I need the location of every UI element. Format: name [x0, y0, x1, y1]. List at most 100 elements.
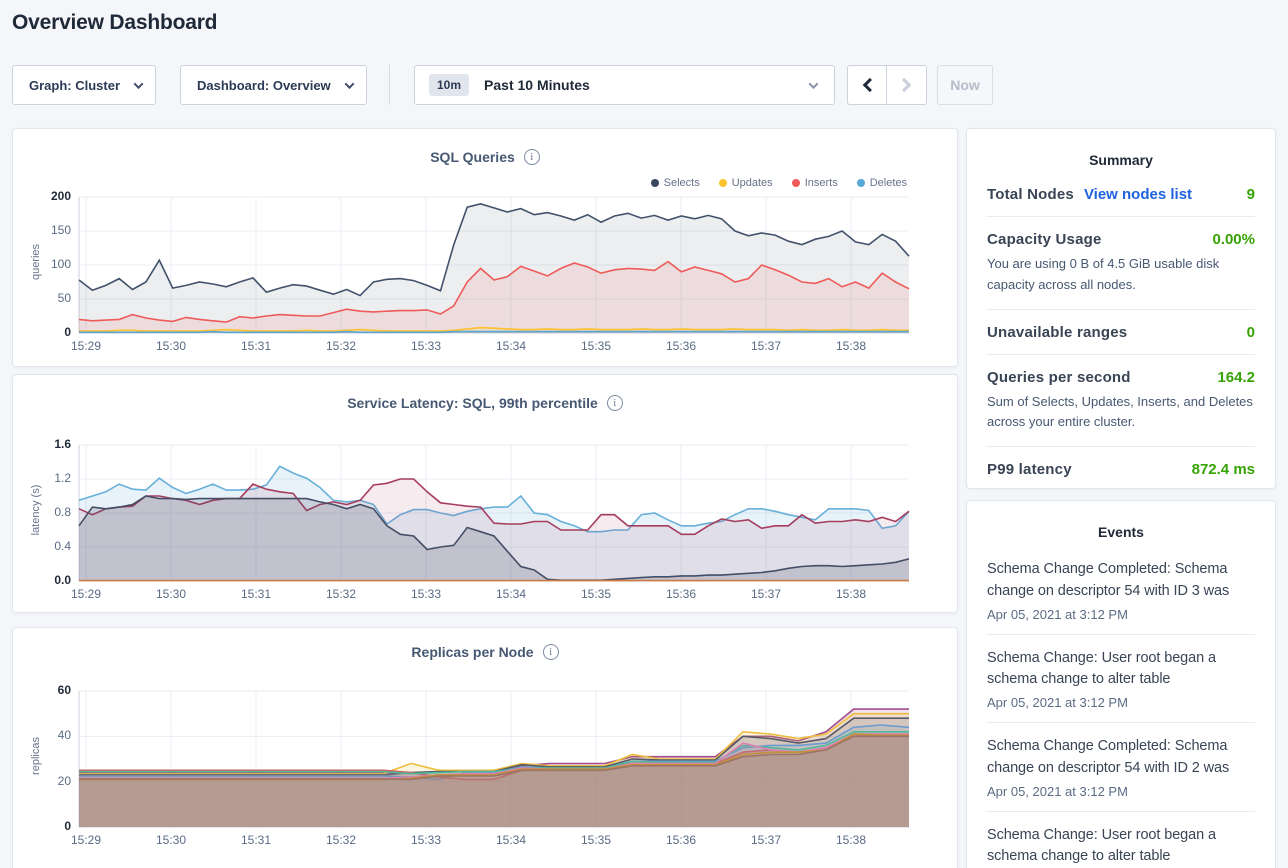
service-latency-chart-panel: Service Latency: SQL, 99th percentile i … [12, 374, 958, 613]
event-item[interactable]: Schema Change: User root began a schema … [987, 812, 1255, 868]
y-axis-label: latency (s) [30, 442, 42, 578]
event-item[interactable]: Schema Change: User root began a schema … [987, 635, 1255, 724]
x-tick-label: 15:35 [574, 833, 618, 847]
chart-plot-area: 20015010050015:2915:3015:3115:3215:3315:… [13, 197, 959, 367]
chart-title: SQL Queries [430, 149, 515, 165]
x-tick-label: 15:38 [829, 833, 873, 847]
y-axis-label: replicas [30, 688, 42, 824]
x-tick-label: 15:34 [489, 833, 533, 847]
qps-value: 164.2 [1217, 369, 1255, 386]
series-line-Deletes [79, 332, 909, 333]
y-tick-label: 1.2 [13, 471, 71, 485]
summary-row-qps: Queries per second 164.2 Sum of Selects,… [987, 355, 1255, 448]
chart-canvas [79, 445, 909, 583]
y-axis-label: queries [30, 194, 42, 330]
total-nodes-value: 9 [1247, 186, 1255, 203]
qps-description: Sum of Selects, Updates, Inserts, and De… [987, 392, 1255, 434]
y-tick-label: 40 [13, 728, 71, 742]
chart-plot-area: 1.61.20.80.40.015:2915:3015:3115:3215:33… [13, 445, 959, 615]
page-title: Overview Dashboard [12, 11, 217, 35]
legend-item-updates[interactable]: Updates [719, 177, 773, 189]
y-tick-label: 50 [13, 291, 71, 305]
x-tick-label: 15:37 [744, 339, 788, 353]
event-timestamp: Apr 05, 2021 at 3:12 PM [987, 784, 1255, 799]
info-icon[interactable]: i [524, 149, 540, 165]
y-tick-label: 0.0 [13, 573, 71, 587]
y-tick-label: 20 [13, 774, 71, 788]
time-nav-group [847, 65, 927, 105]
legend-item-inserts[interactable]: Inserts [792, 177, 838, 189]
x-tick-label: 15:33 [404, 339, 448, 353]
events-panel: Events Schema Change Completed: Schema c… [966, 500, 1276, 868]
y-tick-label: 1.6 [13, 437, 71, 451]
chart-canvas [79, 197, 909, 335]
chart-title: Replicas per Node [411, 644, 533, 660]
legend-item-selects[interactable]: Selects [651, 177, 700, 189]
time-back-button[interactable] [847, 65, 887, 105]
capacity-usage-label: Capacity Usage [987, 231, 1102, 248]
summary-row-capacity: Capacity Usage 0.00% You are using 0 B o… [987, 217, 1255, 310]
summary-title: Summary [967, 129, 1275, 168]
legend-dot [651, 179, 659, 187]
y-tick-label: 150 [13, 223, 71, 237]
event-timestamp: Apr 05, 2021 at 3:12 PM [987, 695, 1255, 710]
view-nodes-list-link[interactable]: View nodes list [1084, 186, 1192, 203]
chevron-down-icon [809, 79, 819, 89]
x-tick-label: 15:33 [404, 587, 448, 601]
x-tick-label: 15:33 [404, 833, 448, 847]
x-tick-label: 15:31 [234, 833, 278, 847]
chart-legend: Selects Updates Inserts Deletes [651, 177, 907, 189]
graph-dropdown[interactable]: Graph: Cluster [12, 65, 156, 105]
event-text: Schema Change: User root began a schema … [987, 825, 1255, 868]
event-item[interactable]: Schema Change Completed: Schema change o… [987, 723, 1255, 812]
dashboard-dropdown-label: Dashboard: Overview [197, 78, 331, 93]
sql-queries-chart-panel: SQL Queries i Selects Updates Inserts Delet… [12, 128, 958, 367]
legend-item-deletes[interactable]: Deletes [857, 177, 907, 189]
y-tick-label: 100 [13, 257, 71, 271]
x-tick-label: 15:38 [829, 339, 873, 353]
capacity-usage-value: 0.00% [1212, 231, 1255, 248]
x-tick-label: 15:37 [744, 833, 788, 847]
x-tick-label: 15:29 [64, 339, 108, 353]
now-button[interactable]: Now [937, 65, 993, 105]
event-text: Schema Change Completed: Schema change o… [987, 736, 1255, 780]
graph-dropdown-label: Graph: Cluster [29, 78, 120, 93]
info-icon[interactable]: i [607, 395, 623, 411]
events-title: Events [967, 501, 1275, 540]
chevron-left-icon [863, 78, 877, 92]
chevron-down-icon [345, 79, 355, 89]
x-tick-label: 15:30 [149, 339, 193, 353]
x-tick-label: 15:31 [234, 339, 278, 353]
y-tick-label: 60 [13, 683, 71, 697]
info-icon[interactable]: i [543, 644, 559, 660]
p99-latency-label: P99 latency [987, 461, 1072, 478]
time-range-select[interactable]: 10m Past 10 Minutes [414, 65, 835, 105]
p99-latency-value: 872.4 ms [1192, 461, 1255, 478]
x-tick-label: 15:34 [489, 339, 533, 353]
dashboard-dropdown[interactable]: Dashboard: Overview [180, 65, 367, 105]
x-tick-label: 15:32 [319, 339, 363, 353]
event-text: Schema Change Completed: Schema change o… [987, 559, 1255, 603]
summary-panel: Summary Total Nodes View nodes list 9 Ca… [966, 128, 1276, 489]
chevron-down-icon [134, 79, 144, 89]
event-item[interactable]: Schema Change Completed: Schema change o… [987, 546, 1255, 635]
chevron-right-icon [897, 78, 911, 92]
event-text: Schema Change: User root began a schema … [987, 648, 1255, 692]
x-tick-label: 15:30 [149, 833, 193, 847]
time-forward-button[interactable] [887, 65, 927, 105]
time-range-badge: 10m [429, 74, 469, 96]
x-tick-label: 15:36 [659, 339, 703, 353]
time-range-label: Past 10 Minutes [484, 77, 590, 93]
y-tick-label: 200 [13, 189, 71, 203]
x-tick-label: 15:37 [744, 587, 788, 601]
replicas-per-node-chart-panel: Replicas per Node i 604020015:2915:3015:… [12, 627, 958, 868]
qps-label: Queries per second [987, 369, 1131, 386]
x-tick-label: 15:34 [489, 587, 533, 601]
y-tick-label: 0 [13, 325, 71, 339]
x-tick-label: 15:36 [659, 833, 703, 847]
y-tick-label: 0 [13, 819, 71, 833]
y-tick-label: 0.4 [13, 539, 71, 553]
event-timestamp: Apr 05, 2021 at 3:12 PM [987, 607, 1255, 622]
y-tick-label: 0.8 [13, 505, 71, 519]
x-tick-label: 15:32 [319, 587, 363, 601]
